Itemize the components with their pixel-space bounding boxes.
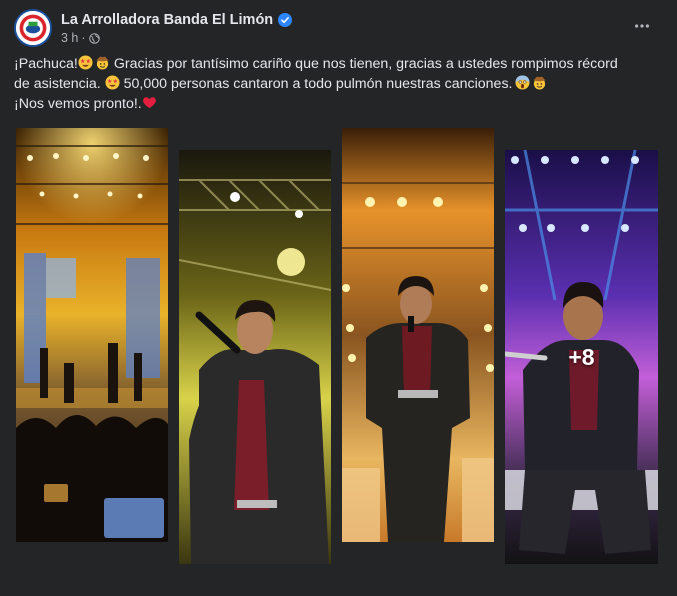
singer-with-microphone-photo — [179, 150, 331, 564]
caption-text: ¡Pachuca! — [14, 56, 78, 72]
caption-text: de asistencia. — [14, 76, 105, 92]
meta-separator: · — [81, 31, 86, 45]
cowboy-emoji-icon — [95, 56, 109, 70]
caption-text: ¡Nos vemos pronto!. — [14, 96, 142, 112]
verified-badge-icon — [278, 13, 293, 27]
page-avatar[interactable] — [14, 9, 52, 47]
ellipsis-icon — [634, 24, 650, 28]
red-heart-emoji-icon — [142, 97, 156, 109]
star-struck-emoji-icon — [78, 55, 93, 70]
post-photo-2[interactable] — [179, 150, 331, 564]
caption-text: Gracias por tantísimo cariño que nos tie… — [109, 56, 618, 72]
author-line: La Arrolladora Banda El Limón — [61, 11, 293, 29]
concert-stage-crowd-photo — [16, 128, 168, 542]
star-struck-emoji-icon — [105, 75, 120, 90]
post-photo-3[interactable] — [342, 128, 494, 542]
post-photo-1[interactable] — [16, 128, 168, 542]
post-header: La Arrolladora Banda El Limón 3 h · — [14, 8, 664, 50]
post-timestamp[interactable]: 3 h — [61, 31, 78, 45]
post-meta: 3 h · — [61, 31, 100, 45]
caption-text: 50,000 personas cantaron a todo pulmón n… — [119, 76, 513, 92]
caption-line-2: de asistencia. 50,000 personas cantaron … — [14, 74, 670, 94]
performer-kneeling-photo — [505, 150, 658, 564]
caption-line-1: ¡Pachuca! Gracias por tantísimo cariño q… — [14, 54, 670, 74]
facebook-post: La Arrolladora Banda El Limón 3 h · ¡Pac… — [0, 0, 677, 596]
singer-on-stage-photo — [342, 128, 494, 542]
more-options-button[interactable] — [630, 14, 654, 38]
screaming-face-emoji-icon — [514, 75, 530, 90]
post-photo-4[interactable]: +8 — [505, 150, 658, 564]
cowboy-emoji-icon — [532, 76, 546, 90]
author-name[interactable]: La Arrolladora Banda El Limón — [61, 12, 273, 28]
caption-line-3: ¡Nos vemos pronto!. — [14, 94, 670, 114]
post-caption: ¡Pachuca! Gracias por tantísimo cariño q… — [14, 54, 670, 114]
globe-icon[interactable] — [88, 32, 100, 44]
